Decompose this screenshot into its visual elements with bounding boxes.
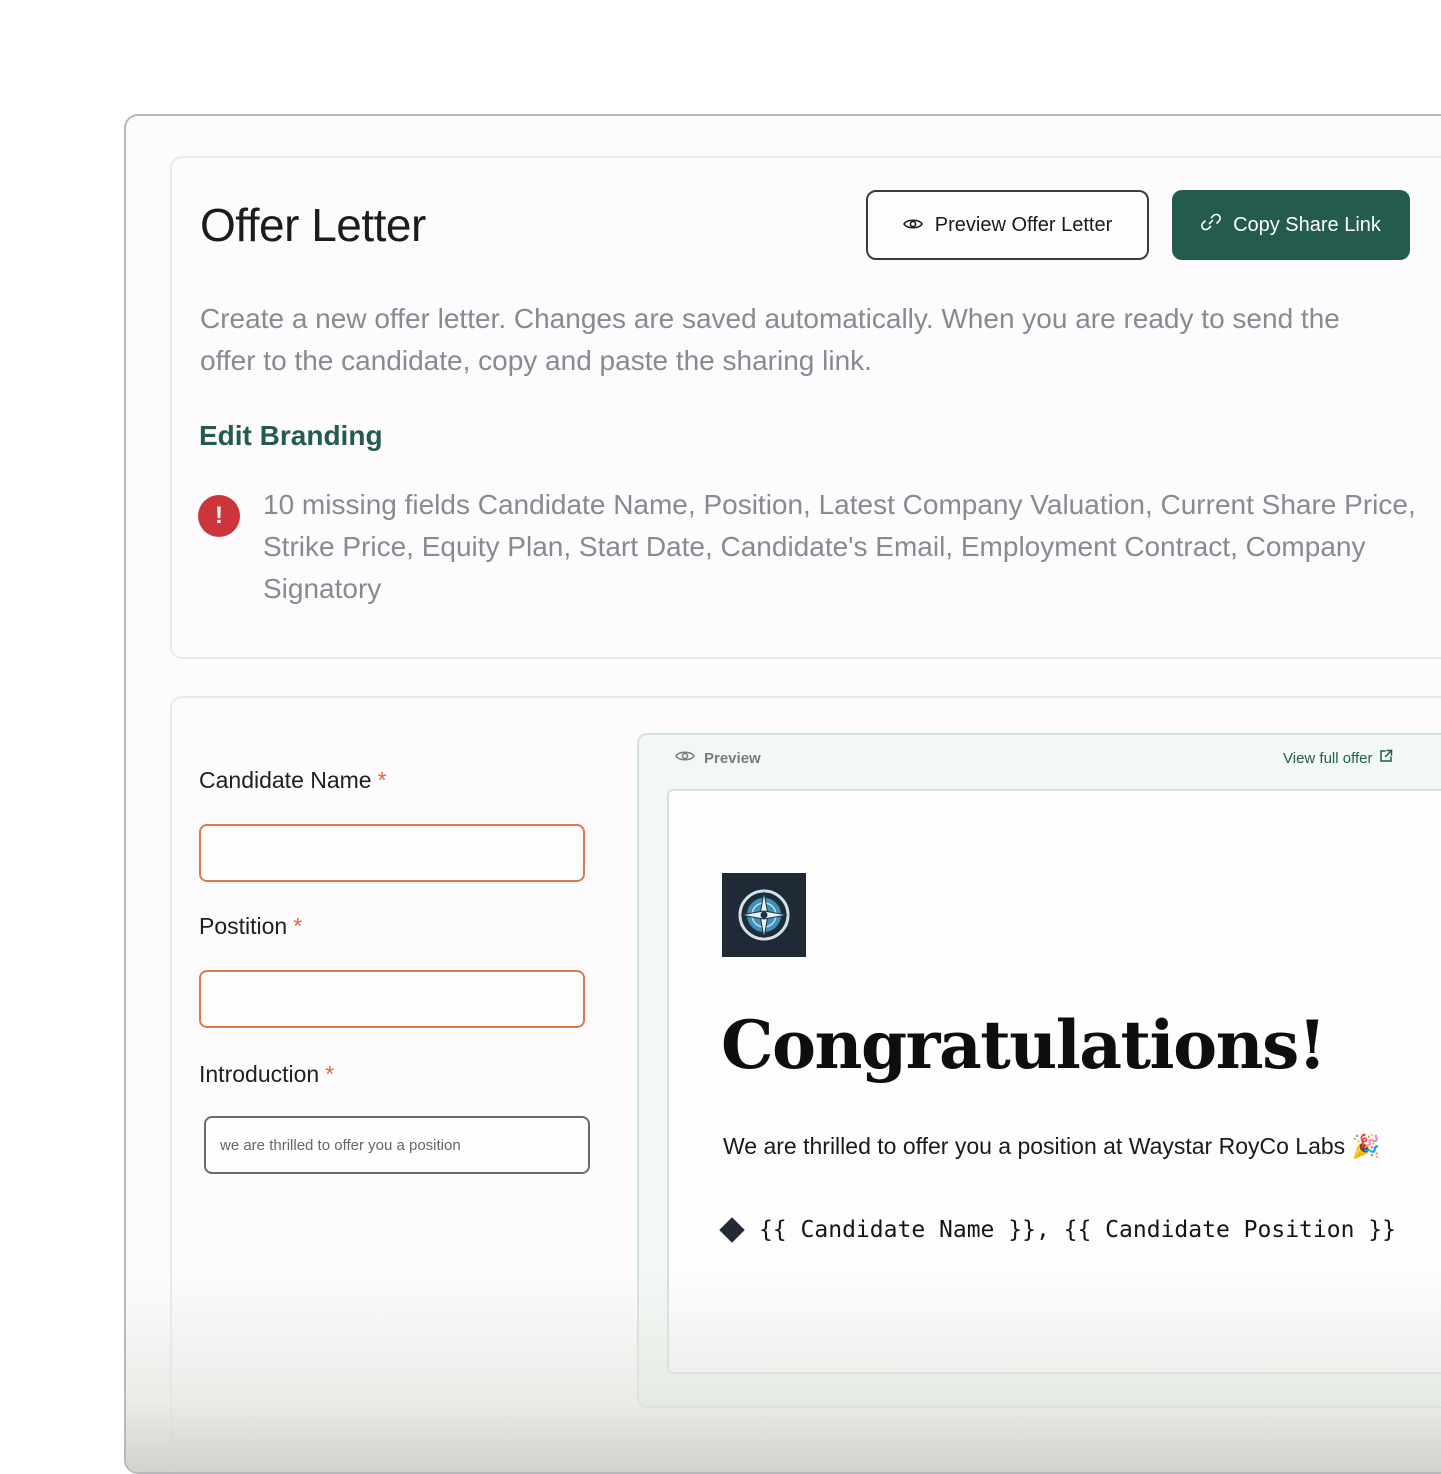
offer-letter-preview: Congratulations! We are thrilled to offe… (667, 789, 1441, 1374)
alert-icon: ! (198, 495, 240, 537)
required-mark: * (293, 913, 303, 939)
preview-offer-letter-label: Preview Offer Letter (934, 213, 1113, 236)
copy-share-link-button[interactable]: Copy Share Link (1172, 190, 1410, 260)
candidate-name-input[interactable] (199, 824, 585, 882)
offer-editor-card: Candidate Name * Postition * Introduction *… (170, 696, 1441, 1472)
view-full-offer-label: View full offer (1283, 749, 1373, 767)
copy-share-link-label: Copy Share Link (1233, 213, 1381, 236)
offer-intro-line: We are thrilled to offer you a position … (723, 1133, 1381, 1159)
external-link-icon (1379, 749, 1393, 767)
introduction-input[interactable] (204, 1116, 590, 1174)
page-title: Offer Letter (200, 199, 426, 251)
eye-icon (902, 214, 923, 237)
preview-offer-letter-button[interactable]: Preview Offer Letter (866, 190, 1149, 260)
compass-logo-icon (722, 873, 806, 957)
introduction-label: Introduction * (199, 1061, 334, 1088)
app-window: Offer Letter Preview Offer Letter Copy S… (124, 114, 1441, 1474)
offer-letter-header-card: Offer Letter Preview Offer Letter Copy S… (170, 156, 1441, 659)
eye-icon (675, 749, 695, 767)
preview-panel: Preview View full offer Congratulations!… (637, 733, 1441, 1408)
candidate-name-label-text: Candidate Name (199, 767, 372, 793)
edit-branding-link[interactable]: Edit Branding (199, 420, 383, 452)
view-full-offer-link[interactable]: View full offer (1283, 749, 1393, 767)
missing-fields-message: 10 missing fields Candidate Name, Positi… (263, 489, 1416, 604)
page-description: Create a new offer letter. Changes are s… (200, 303, 1340, 376)
placeholder-fields: {{ Candidate Name }}, {{ Candidate Posit… (759, 1217, 1396, 1243)
link-icon (1201, 212, 1221, 238)
placeholder-row: {{ Candidate Name }}, {{ Candidate Posit… (719, 1217, 1396, 1243)
required-mark: * (377, 767, 387, 793)
congratulations-heading: Congratulations! (721, 1006, 1327, 1084)
alert-icon-symbol: ! (215, 502, 223, 529)
preview-header-label: Preview (704, 749, 761, 767)
preview-header: Preview (675, 749, 761, 767)
candidate-name-label: Candidate Name * (199, 767, 387, 794)
required-mark: * (325, 1061, 335, 1087)
position-label: Postition * (199, 913, 302, 940)
introduction-label-text: Introduction (199, 1061, 320, 1087)
position-label-text: Postition (199, 913, 288, 939)
position-input[interactable] (199, 970, 585, 1028)
diamond-icon (719, 1217, 745, 1243)
